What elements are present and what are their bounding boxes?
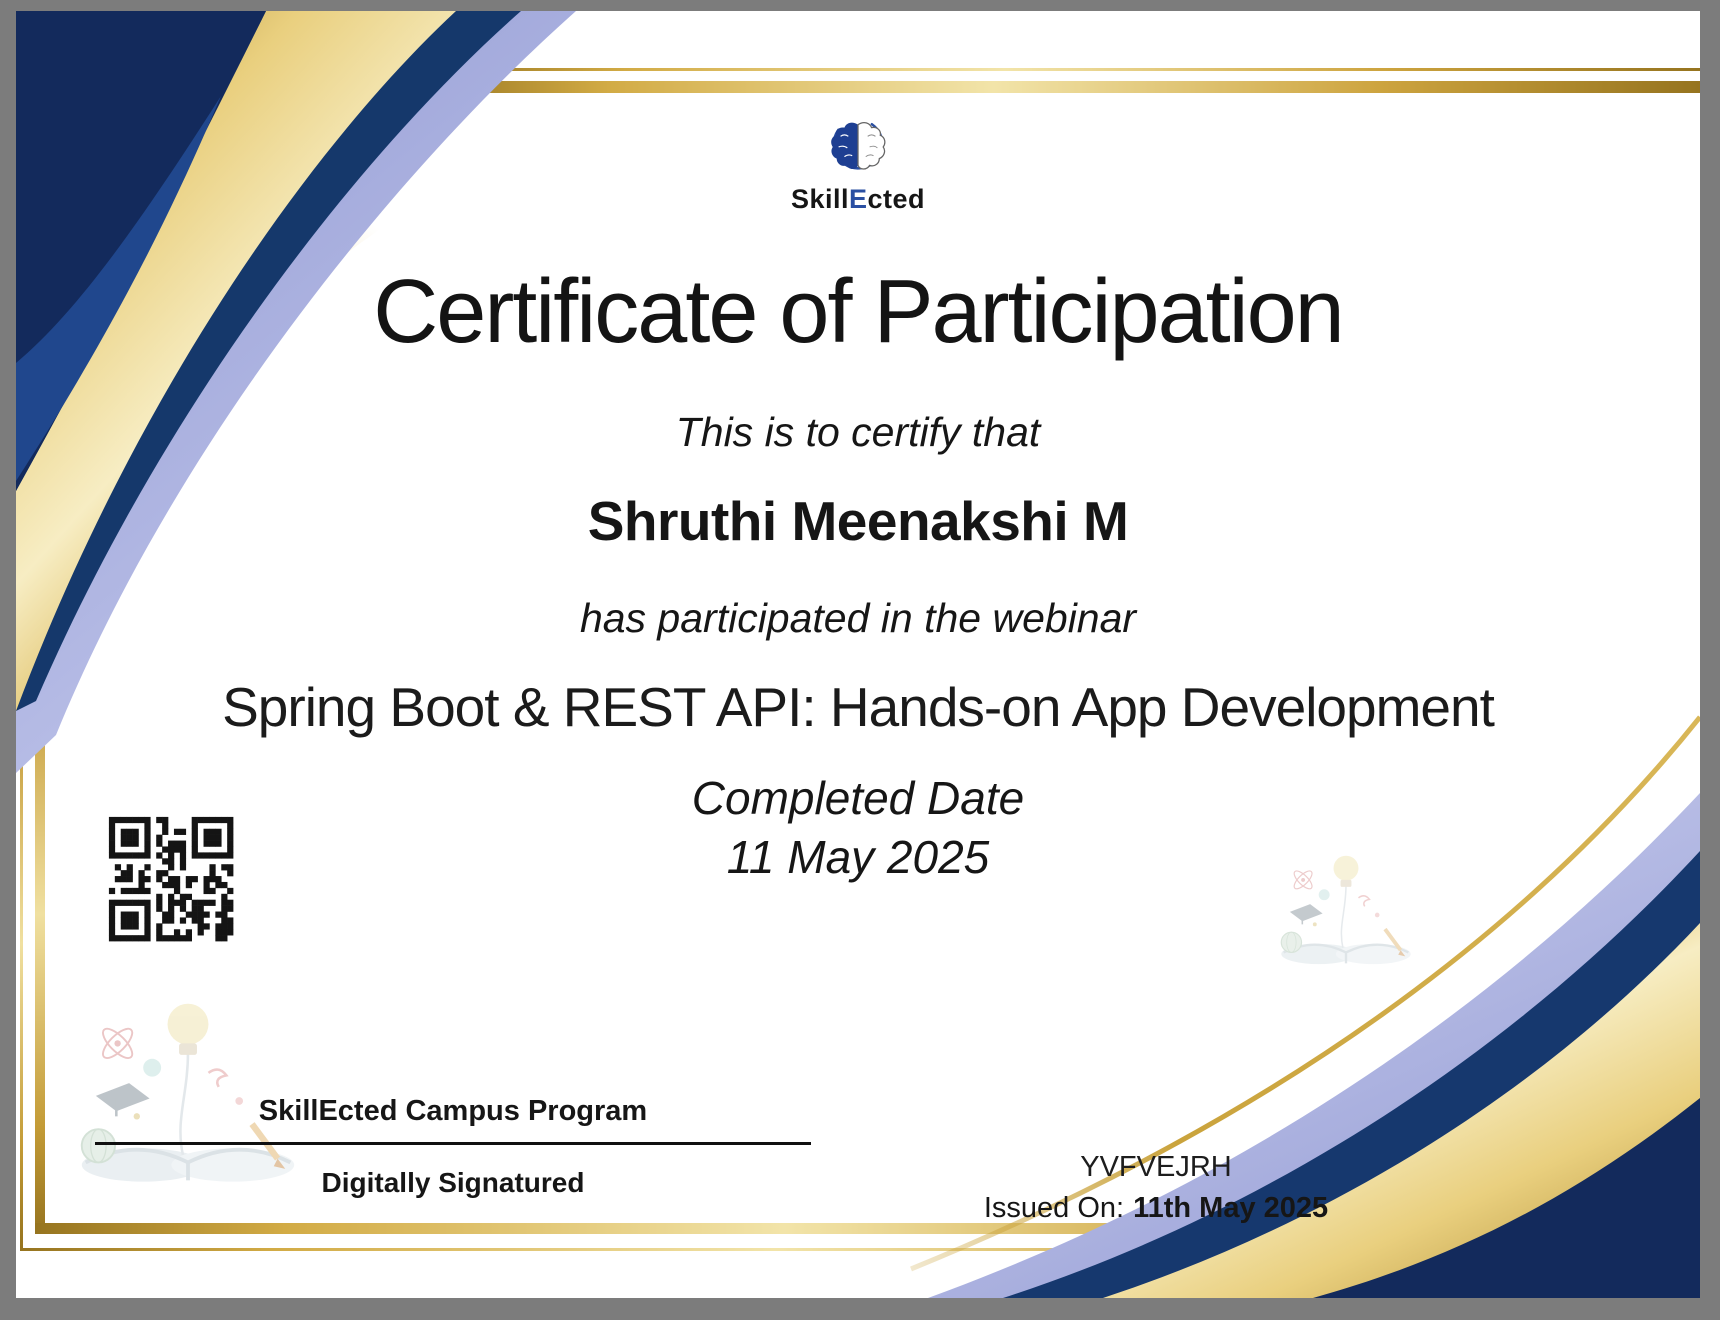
qr-code	[103, 811, 239, 947]
issuer-program-label: SkillEcted Campus Program	[258, 1095, 648, 1127]
signature-label: Digitally Signatured	[321, 1167, 585, 1198]
logo-text-post: cted	[867, 184, 926, 214]
issue-info-block: YVFVEJRH Issued On: 11th May 2025	[956, 1151, 1356, 1225]
issued-on-line: Issued On: 11th May 2025	[956, 1192, 1356, 1225]
desktop-background: { "brand": { "logo": { "pre": "Skill", "…	[0, 0, 1720, 1320]
issued-on-label: Issued On:	[983, 1192, 1125, 1224]
participation-line: has participated in the webinar	[579, 595, 1137, 641]
logo-text-accent: E	[848, 184, 868, 214]
certify-line: This is to certify that	[675, 409, 1041, 455]
webinar-title: Spring Boot & REST API: Hands-on App Dev…	[222, 676, 1495, 738]
certificate-code: YVFVEJRH	[1080, 1151, 1232, 1183]
signature-divider-line	[95, 1142, 811, 1145]
completed-date-value: 11 May 2025	[726, 830, 990, 883]
completed-date-block: Completed Date 11 May 2025	[16, 769, 1700, 887]
recipient-name: Shruthi Meenakshi M	[587, 490, 1129, 552]
signature-block: SkillEcted Campus Program Digitally Sign…	[95, 1095, 811, 1199]
brand-logo: SkillEcted	[16, 115, 1700, 215]
certificate-title: Certificate of Participation	[373, 262, 1344, 362]
issued-on-date: 11th May 2025	[1133, 1192, 1329, 1224]
brain-logo-icon	[831, 118, 886, 170]
brand-logo-text: SkillEcted	[16, 184, 1700, 215]
logo-text-pre: Skill	[790, 184, 849, 214]
completed-date-label: Completed Date	[691, 772, 1025, 824]
certificate-content: SkillEcted Certificate of Participation …	[16, 11, 1700, 1298]
certificate-canvas: SkillEcted Certificate of Participation …	[16, 11, 1700, 1298]
